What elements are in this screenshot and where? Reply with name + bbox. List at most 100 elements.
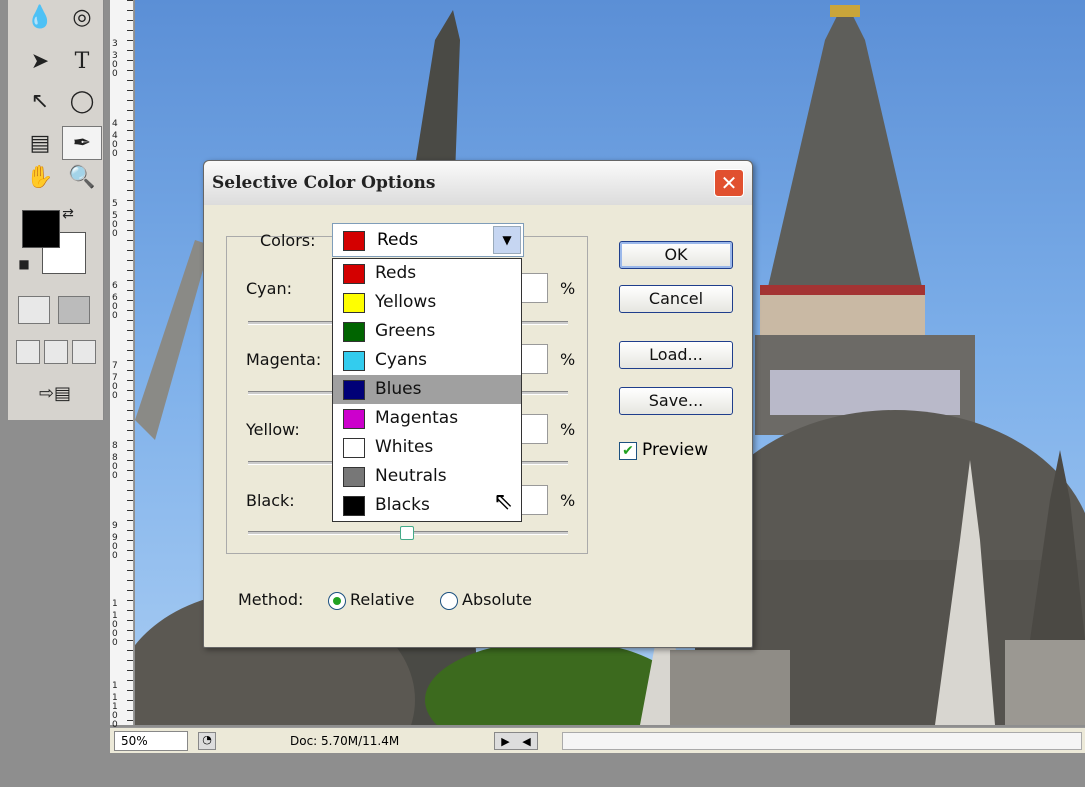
- color-chip: [343, 351, 365, 371]
- cyan-value-field[interactable]: [520, 273, 548, 303]
- dropdown-option-magentas[interactable]: Magentas: [333, 404, 521, 433]
- stupa-band: [760, 290, 925, 335]
- stupa-tile-band: [770, 370, 960, 415]
- ruler-label: 900: [112, 533, 118, 561]
- scroll-left-icon[interactable]: ◀: [522, 735, 530, 748]
- color-chip: [343, 293, 365, 313]
- magenta-label: Magenta:: [246, 350, 322, 369]
- horizontal-scrollbar[interactable]: [562, 732, 1082, 750]
- magenta-value-field[interactable]: [520, 344, 548, 374]
- type-tool-icon[interactable]: T: [62, 44, 102, 78]
- option-label: Whites: [375, 437, 434, 457]
- color-chip: [343, 438, 365, 458]
- selected-color-chip: [343, 231, 365, 251]
- dodge-tool-icon[interactable]: ◎: [62, 0, 102, 34]
- screen-mode-full-menu-button[interactable]: [44, 340, 68, 364]
- foreground-color-swatch[interactable]: [22, 210, 60, 248]
- black-value-field[interactable]: [520, 485, 548, 515]
- ruler-label: 1: [112, 681, 118, 691]
- relative-label: Relative: [350, 590, 415, 609]
- status-bar: 50% ◔ Doc: 5.70M/11.4M ▶ ◀: [110, 727, 1085, 753]
- colors-label: Colors:: [260, 231, 316, 250]
- document-size: Doc: 5.70M/11.4M: [290, 734, 400, 748]
- standard-mode-button[interactable]: [18, 296, 50, 324]
- option-label: Greens: [375, 321, 436, 341]
- ruler-label: 600: [112, 293, 118, 321]
- preview-checkbox[interactable]: ✔: [619, 442, 637, 460]
- option-label: Reds: [375, 263, 417, 283]
- hand-tool-icon[interactable]: ✋: [20, 160, 60, 194]
- absolute-label: Absolute: [462, 590, 532, 609]
- swap-colors-icon[interactable]: ⇄: [58, 204, 78, 224]
- far-right-base: [1005, 640, 1085, 725]
- color-chip: [343, 496, 365, 516]
- relative-radio[interactable]: [328, 592, 346, 610]
- color-chip: [343, 322, 365, 342]
- main-stupa-spire: [765, 10, 925, 300]
- screen-mode-standard-button[interactable]: [16, 340, 40, 364]
- dropdown-option-whites[interactable]: Whites: [333, 433, 521, 462]
- dropdown-option-greens[interactable]: Greens: [333, 317, 521, 346]
- selective-color-dialog: Selective Color Options ✕ Colors: Reds ▼…: [203, 160, 753, 648]
- cyan-percent: %: [560, 279, 576, 298]
- chevron-down-icon[interactable]: ▼: [493, 226, 521, 254]
- absolute-radio[interactable]: [440, 592, 458, 610]
- option-label: Blues: [375, 379, 422, 399]
- ok-button[interactable]: OK: [619, 241, 733, 269]
- dialog-title-bar[interactable]: Selective Color Options ✕: [204, 161, 752, 205]
- notes-tool-icon[interactable]: ▤: [20, 126, 60, 160]
- option-label: Blacks: [375, 495, 430, 515]
- dropdown-option-blues[interactable]: Blues: [333, 375, 521, 404]
- method-label: Method:: [238, 590, 304, 609]
- screen-mode-full-button[interactable]: [72, 340, 96, 364]
- colors-dropdown-list: Reds Yellows Greens Cyans Blues Magentas White…: [332, 258, 522, 522]
- color-chip: [343, 467, 365, 487]
- ruler-label: 300: [112, 51, 118, 79]
- dropdown-option-cyans[interactable]: Cyans: [333, 346, 521, 375]
- zoom-level-field[interactable]: 50%: [114, 731, 188, 751]
- ruler-label: 5: [112, 199, 118, 209]
- yellow-percent: %: [560, 420, 576, 439]
- dialog-title: Selective Color Options: [212, 173, 436, 193]
- blur-tool-icon[interactable]: 💧: [20, 0, 60, 34]
- ruler-label: 1100: [112, 693, 118, 730]
- cancel-button[interactable]: Cancel: [619, 285, 733, 313]
- ruler-label: 4: [112, 119, 118, 129]
- option-label: Magentas: [375, 408, 459, 428]
- zoom-tool-icon[interactable]: 🔍: [62, 160, 102, 194]
- ruler-label: 500: [112, 211, 118, 239]
- option-label: Yellows: [375, 292, 437, 312]
- black-slider-thumb[interactable]: [400, 526, 414, 540]
- dropdown-option-yellows[interactable]: Yellows: [333, 288, 521, 317]
- black-percent: %: [560, 491, 576, 510]
- quick-mask-mode-button[interactable]: [58, 296, 90, 324]
- option-label: Cyans: [375, 350, 427, 370]
- black-label: Black:: [246, 491, 295, 510]
- ruler-label: 700: [112, 373, 118, 401]
- ellipse-tool-icon[interactable]: ◯: [62, 84, 102, 118]
- toolbox: 💧 ◎ ➤ T ↖ ◯ ▤ ✒ ✋ 🔍 ⇄ ■ ⇨▤: [8, 0, 104, 420]
- colors-select[interactable]: Reds ▼: [332, 223, 524, 257]
- color-chip: [343, 264, 365, 284]
- load-button[interactable]: Load...: [619, 341, 733, 369]
- status-menu-icon[interactable]: ◔: [198, 732, 216, 750]
- left-small-spire: [135, 240, 210, 440]
- preview-label: Preview: [642, 440, 709, 460]
- ruler-label: 1000: [112, 611, 118, 648]
- close-button[interactable]: ✕: [714, 169, 744, 197]
- ruler-label: 3: [112, 39, 118, 49]
- play-right-icon[interactable]: ▶: [501, 735, 509, 748]
- yellow-label: Yellow:: [246, 420, 300, 439]
- path-selection-tool-icon[interactable]: ➤: [20, 44, 60, 78]
- save-button[interactable]: Save...: [619, 387, 733, 415]
- dropdown-option-reds[interactable]: Reds: [333, 259, 521, 288]
- jump-to-imageready-icon[interactable]: ⇨▤: [20, 378, 90, 408]
- ruler-label: 800: [112, 453, 118, 481]
- yellow-value-field[interactable]: [520, 414, 548, 444]
- direct-selection-tool-icon[interactable]: ↖: [20, 84, 60, 118]
- status-arrows[interactable]: ▶ ◀: [494, 732, 538, 750]
- default-colors-icon[interactable]: ■: [14, 254, 34, 274]
- eyedropper-tool-icon[interactable]: ✒: [62, 126, 102, 160]
- center-base: [670, 650, 790, 725]
- ruler-label: 9: [112, 521, 118, 531]
